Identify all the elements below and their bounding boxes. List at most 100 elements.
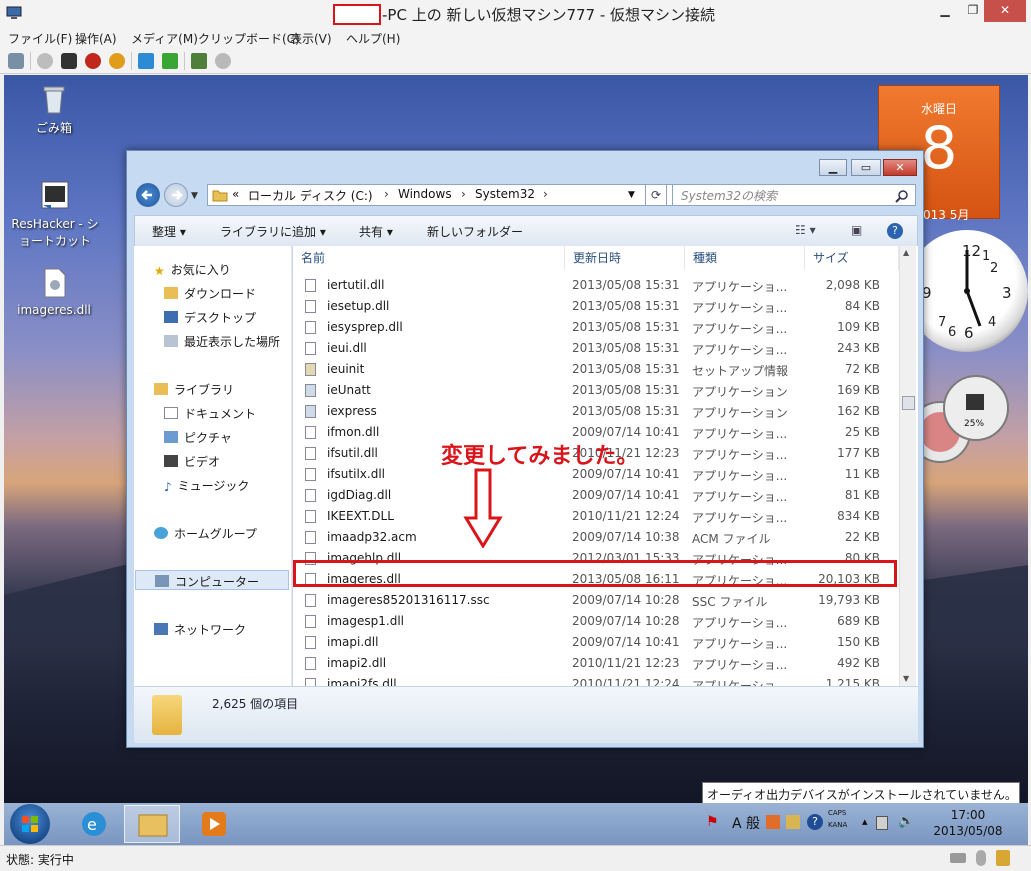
file-row[interactable]: iertutil.dll 2013/05/08 15:31 アプリケーショ... 2,… (293, 275, 898, 296)
desktop-icon-recycle-bin[interactable]: ごみ箱 (9, 83, 99, 136)
breadcrumb-chevron-icon[interactable]: › (461, 187, 466, 201)
shutdown-icon[interactable] (85, 53, 101, 69)
explorer-minimize-button[interactable]: ▁ (819, 159, 847, 176)
start-button[interactable] (10, 804, 50, 844)
nav-computer[interactable]: コンピューター (135, 570, 289, 590)
taskbar-explorer[interactable] (124, 805, 180, 843)
volume-muted-icon[interactable]: 🔈 (898, 814, 914, 829)
recent-pages-chevron-icon[interactable]: ▼ (191, 191, 198, 201)
scroll-thumb[interactable] (902, 396, 915, 410)
file-row[interactable]: imaadp32.acm 2009/07/14 10:38 ACM ファイル 22 K… (293, 527, 898, 548)
address-dropdown-icon[interactable]: ▼ (628, 190, 635, 200)
file-row[interactable]: iexpress 2013/05/08 15:31 アプリケーション 162 KB (293, 401, 898, 422)
view-options-icon[interactable]: ☷ ▾ (795, 223, 816, 237)
ime-tool-icon[interactable] (766, 815, 780, 829)
file-name: ieUnatt (327, 383, 371, 397)
calendar-year-month: 013 5月 (923, 208, 970, 222)
taskbar-internet-explorer[interactable]: e (66, 805, 122, 843)
back-button[interactable] (136, 183, 160, 207)
menu-clipboard[interactable]: クリップボード(C) (198, 30, 300, 47)
nav-recent-places[interactable]: 最近表示した場所 (164, 333, 280, 350)
address-bar[interactable]: « ローカル ディスク (C:) › Windows › System32 › … (207, 184, 721, 206)
nav-music[interactable]: ♪ ミュージック (164, 477, 249, 494)
scroll-up-icon[interactable]: ▲ (903, 248, 909, 257)
nav-pictures[interactable]: ピクチャ (164, 429, 232, 446)
explorer-close-button[interactable]: ✕ (883, 159, 917, 176)
file-size: 22 KB (844, 530, 880, 544)
file-row[interactable]: imapi.dll 2009/07/14 10:41 アプリケーショ... 150 K… (293, 632, 898, 653)
help-icon[interactable]: ? (887, 223, 903, 239)
column-header-name[interactable]: 名前 (293, 246, 565, 270)
file-row[interactable]: imapi2.dll 2010/11/21 12:23 アプリケーショ... 492 … (293, 653, 898, 674)
search-box[interactable]: System32の検索 (672, 184, 916, 206)
explorer-maximize-button[interactable]: ▭ (851, 159, 881, 176)
minimize-button[interactable]: ▁ (930, 0, 960, 22)
resume-icon[interactable] (162, 53, 178, 69)
file-row[interactable]: iesetup.dll 2013/05/08 15:31 アプリケーショ... 84 … (293, 296, 898, 317)
start-icon[interactable] (37, 53, 53, 69)
nav-network[interactable]: ネットワーク (154, 621, 246, 638)
vertical-scrollbar[interactable]: ▲ ▼ (899, 246, 916, 686)
taskbar-media-player[interactable] (194, 805, 234, 843)
nav-favorites[interactable]: ★ お気に入り (154, 261, 231, 278)
breadcrumb-overflow[interactable]: « (232, 187, 239, 201)
ime-indicator[interactable]: A 般 (732, 813, 760, 833)
forward-button[interactable] (164, 183, 188, 207)
column-header-date[interactable]: 更新日時 (565, 246, 685, 270)
file-row[interactable]: igdDiag.dll 2009/07/14 10:41 アプリケーショ... 81 … (293, 485, 898, 506)
menu-media[interactable]: メディア(M) (131, 30, 198, 47)
file-row[interactable]: imagesp1.dll 2009/07/14 10:28 アプリケーショ... 68… (293, 611, 898, 632)
preview-pane-icon[interactable]: ▣ (851, 223, 862, 237)
file-row[interactable]: IKEEXT.DLL 2010/11/21 12:24 アプリケーショ... 834 … (293, 506, 898, 527)
turn-off-icon[interactable] (61, 53, 77, 69)
nav-homegroup[interactable]: ホームグループ (154, 525, 257, 542)
file-row[interactable]: imageres8520131611​7.ssc 2009/07/14 10:28… (293, 590, 898, 611)
file-row[interactable]: iesysprep.dll 2013/05/08 15:31 アプリケーショ... 1… (293, 317, 898, 338)
breadcrumb-chevron-icon[interactable]: › (543, 187, 548, 201)
cpu-meter-gadget[interactable]: 25% (909, 372, 1020, 482)
revert-icon[interactable] (215, 53, 231, 69)
file-row[interactable]: imapi2fs.dll 2010/11/21 12:24 アプリケーショ... 1,… (293, 674, 898, 686)
nav-videos[interactable]: ビデオ (164, 453, 220, 470)
file-row[interactable]: ieui.dll 2013/05/08 15:31 アプリケーショ... 243 KB (293, 338, 898, 359)
ime-help-icon[interactable]: ? (807, 814, 823, 830)
checkpoint-icon[interactable] (191, 53, 207, 69)
breadcrumb-chevron-icon[interactable]: › (384, 187, 389, 201)
desktop-icon-reshacker[interactable]: ResHacker - ショートカット (7, 179, 103, 249)
breadcrumb-local-disk[interactable]: ローカル ディスク (C:) (248, 187, 373, 204)
network-tray-icon[interactable] (876, 816, 888, 830)
pause-icon[interactable] (138, 53, 154, 69)
add-to-library-button[interactable]: ライブラリに追加 ▾ (220, 223, 326, 240)
column-header-type[interactable]: 種類 (685, 246, 805, 270)
scroll-down-icon[interactable]: ▼ (903, 674, 909, 683)
file-row[interactable]: ieUnatt 2013/05/08 15:31 アプリケーション 169 KB (293, 380, 898, 401)
breadcrumb-system32[interactable]: System32 (475, 187, 535, 201)
nav-downloads[interactable]: ダウンロード (164, 285, 256, 302)
new-folder-button[interactable]: 新しいフォルダー (427, 223, 523, 240)
clock-gadget[interactable]: 12 3 6 9 4 2 1 7 6 (906, 230, 1028, 352)
tray-chevron-icon[interactable]: ▴ (862, 815, 868, 828)
column-header-size[interactable]: サイズ (805, 246, 899, 270)
save-state-icon[interactable] (109, 53, 125, 69)
menu-file[interactable]: ファイル(F) (8, 30, 72, 47)
menu-help[interactable]: ヘルプ(H) (346, 30, 400, 47)
action-center-flag-icon[interactable]: ⚑ (706, 814, 719, 830)
nav-libraries[interactable]: ライブラリ (154, 381, 234, 398)
menu-action[interactable]: 操作(A) (75, 30, 117, 47)
breadcrumb-windows[interactable]: Windows (398, 187, 452, 201)
mouse-icon (976, 850, 986, 866)
close-button[interactable]: ✕ (984, 0, 1026, 22)
nav-desktop[interactable]: デスクトップ (164, 309, 256, 326)
ctrl-alt-del-icon[interactable] (8, 53, 24, 69)
file-name: imapi2.dll (327, 656, 387, 670)
tray-clock[interactable]: 17:00 2013/05/08 (928, 807, 1008, 839)
share-button[interactable]: 共有 ▾ (359, 223, 393, 240)
desktop-icon-imageres[interactable]: imageres.dll (9, 267, 99, 317)
search-icon[interactable] (895, 189, 909, 203)
menu-view[interactable]: 表示(V) (290, 30, 332, 47)
organize-button[interactable]: 整理 ▾ (152, 223, 186, 240)
file-row[interactable]: ieuinit 2013/05/08 15:31 セットアップ情報 72 KB (293, 359, 898, 380)
ime-dictionary-icon[interactable] (786, 815, 800, 829)
nav-documents[interactable]: ドキュメント (164, 405, 256, 422)
refresh-button[interactable]: ⟳ (645, 184, 667, 206)
